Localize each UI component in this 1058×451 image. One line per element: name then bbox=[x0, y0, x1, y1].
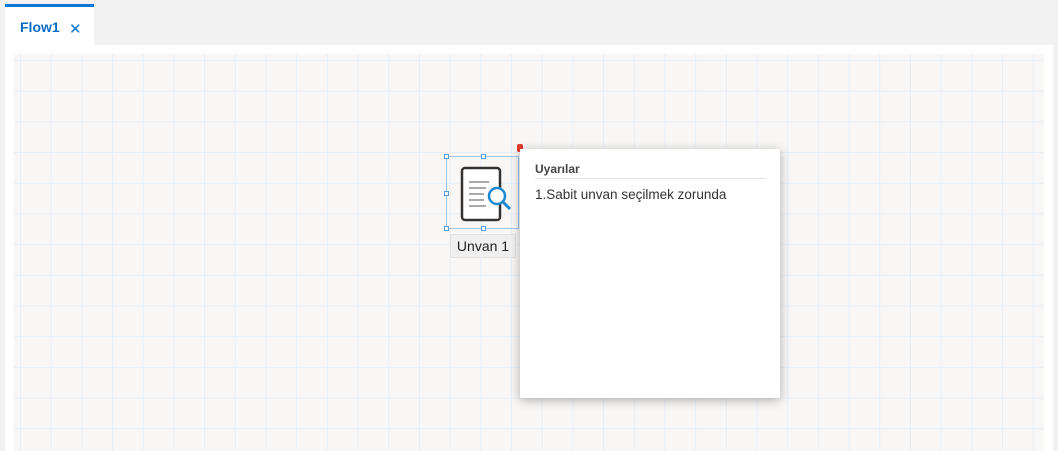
resize-handle[interactable] bbox=[444, 154, 449, 159]
warnings-popup: Uyarılar 1.Sabit unvan seçilmek zorunda bbox=[520, 149, 780, 398]
tab-bar: Flow1 ✕ bbox=[0, 0, 1058, 45]
document-search-icon bbox=[460, 166, 512, 222]
flow-node[interactable] bbox=[444, 154, 519, 231]
warning-message: 1.Sabit unvan seçilmek zorunda bbox=[535, 187, 727, 202]
node-label[interactable]: Unvan 1 bbox=[450, 234, 516, 258]
popup-title: Uyarılar bbox=[535, 162, 580, 176]
resize-handle[interactable] bbox=[481, 226, 486, 231]
resize-handle[interactable] bbox=[444, 191, 449, 196]
tab-label: Flow1 bbox=[20, 19, 60, 35]
divider bbox=[535, 178, 766, 179]
resize-handle[interactable] bbox=[444, 226, 449, 231]
resize-handle[interactable] bbox=[481, 154, 486, 159]
close-icon[interactable]: ✕ bbox=[69, 20, 82, 38]
tab-flow1[interactable]: Flow1 ✕ bbox=[5, 4, 94, 45]
